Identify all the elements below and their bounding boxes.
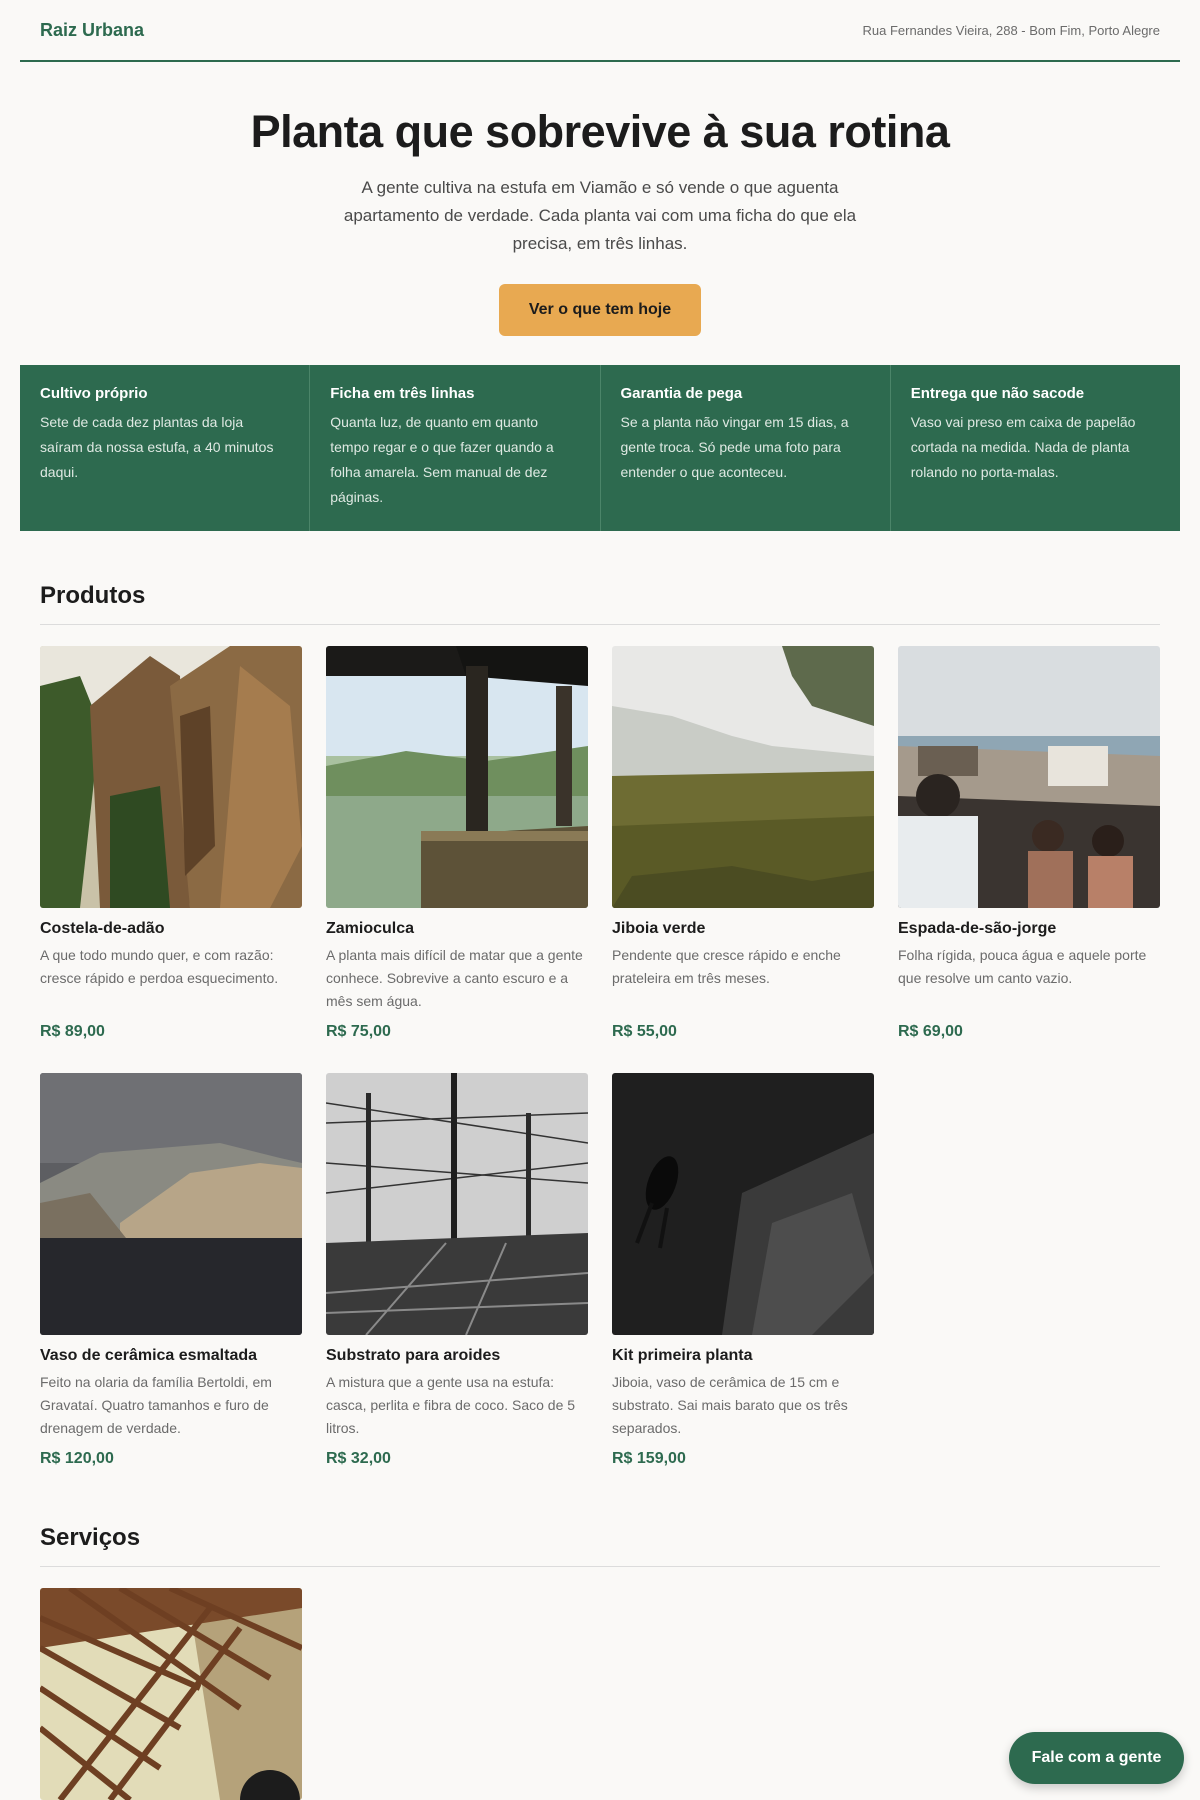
product-image[interactable] [326,646,588,908]
products-heading: Produtos [40,582,1160,625]
feature-care-sheet: Ficha em três linhas Quanta luz, de quan… [310,365,601,531]
product-name[interactable]: Zamioculca [326,920,588,938]
hero-subtitle: A gente cultiva na estufa em Viamão e só… [343,178,857,253]
service-image[interactable] [40,1588,302,1800]
product-name[interactable]: Espada-de-são-jorge [898,920,1160,938]
rock-cliff-forest-photo [40,646,302,908]
product-price: R$ 75,00 [326,1023,391,1040]
product-description: Folha rígida, pouca água e aquele porte … [898,947,1147,986]
product-image[interactable] [40,646,302,908]
product-description: A mistura que a gente usa na estufa: cas… [326,1374,576,1436]
foggy-meadow-photo [612,646,874,908]
site-header: Raiz Urbana Rua Fernandes Vieira, 288 - … [20,0,1180,62]
product-price: R$ 55,00 [612,1023,677,1040]
feature-text: Se a planta não vingar em 15 dias, a gen… [620,414,849,480]
product-card[interactable]: Substrato para aroides A mistura que a g… [326,1073,588,1468]
product-card[interactable]: Zamioculca A planta mais difícil de mata… [326,646,588,1041]
misty-lake-pier-photo [326,646,588,908]
feature-title: Garantia de pega [620,385,743,402]
product-card[interactable]: Espada-de-são-jorge Folha rígida, pouca … [898,646,1160,1041]
product-card[interactable]: Kit primeira planta Jiboia, vaso de cerâ… [612,1073,874,1468]
product-image[interactable] [612,1073,874,1335]
product-card[interactable]: Jiboia verde Pendente que cresce rápido … [612,646,874,1041]
feature-text: Vaso vai preso em caixa de papelão corta… [910,414,1136,480]
feature-title: Entrega que não sacode [910,385,1085,402]
product-name[interactable]: Substrato para aroides [326,1347,588,1365]
product-image[interactable] [326,1073,588,1335]
product-name[interactable]: Kit primeira planta [612,1347,874,1365]
product-description: Jiboia, vaso de cerâmica de 15 cm e subs… [612,1374,848,1436]
products-grid: Costela-de-adão A que todo mundo quer, e… [40,646,1160,1041]
services-grid [40,1588,1160,1800]
product-image[interactable] [898,646,1160,908]
product-price: R$ 120,00 [40,1450,114,1467]
product-price: R$ 32,00 [326,1450,391,1467]
feature-own-cultivation: Cultivo próprio Sete de cada dez plantas… [20,365,311,531]
crowded-boardwalk-photo [898,646,1160,908]
service-card[interactable] [40,1588,302,1800]
feature-delivery: Entrega que não sacode Vaso vai preso em… [891,365,1180,531]
product-description: A planta mais difícil de matar que a gen… [326,947,583,1009]
feature-text: Quanta luz, de quanto em quanto tempo re… [330,414,554,505]
feature-title: Ficha em três linhas [330,385,475,402]
product-price: R$ 69,00 [898,1023,963,1040]
feature-title: Cultivo próprio [40,385,148,402]
product-card[interactable]: Costela-de-adão A que todo mundo quer, e… [40,646,302,1041]
hero-section: Planta que sobrevive à sua rotina A gent… [0,62,1200,336]
chat-button[interactable]: Fale com a gente [1009,1732,1184,1784]
hero-title: Planta que sobrevive à sua rotina [250,106,950,157]
products-grid-row-2: Vaso de cerâmica esmaltada Feito na olar… [40,1073,1160,1468]
store-address: Rua Fernandes Vieira, 288 - Bom Fim, Por… [862,22,1160,38]
product-description: Pendente que cresce rápido e enche prate… [612,947,841,986]
services-heading: Serviços [40,1524,1160,1567]
scuba-diver-photo [612,1073,874,1335]
product-name[interactable]: Vaso de cerâmica esmaltada [40,1347,302,1365]
product-description: Feito na olaria da família Bertoldi, em … [40,1374,272,1436]
product-image[interactable] [40,1073,302,1335]
feature-text: Sete de cada dez plantas da loja saíram … [40,414,274,480]
features-band: Cultivo próprio Sete de cada dez plantas… [20,365,1180,531]
product-price: R$ 89,00 [40,1023,105,1040]
coastal-cliffs-photo [40,1073,302,1335]
product-description: A que todo mundo quer, e com razão: cres… [40,947,279,986]
product-image[interactable] [612,646,874,908]
product-price: R$ 159,00 [612,1450,686,1467]
product-name[interactable]: Jiboia verde [612,920,874,938]
brand-logo[interactable]: Raiz Urbana [40,20,144,41]
product-name[interactable]: Costela-de-adão [40,920,302,938]
feature-guarantee: Garantia de pega Se a planta não vingar … [601,365,891,531]
railway-wires-photo [326,1073,588,1335]
product-card[interactable]: Vaso de cerâmica esmaltada Feito na olar… [40,1073,302,1468]
see-today-button[interactable]: Ver o que tem hoje [499,284,701,336]
steel-bridge-photo [40,1588,302,1800]
